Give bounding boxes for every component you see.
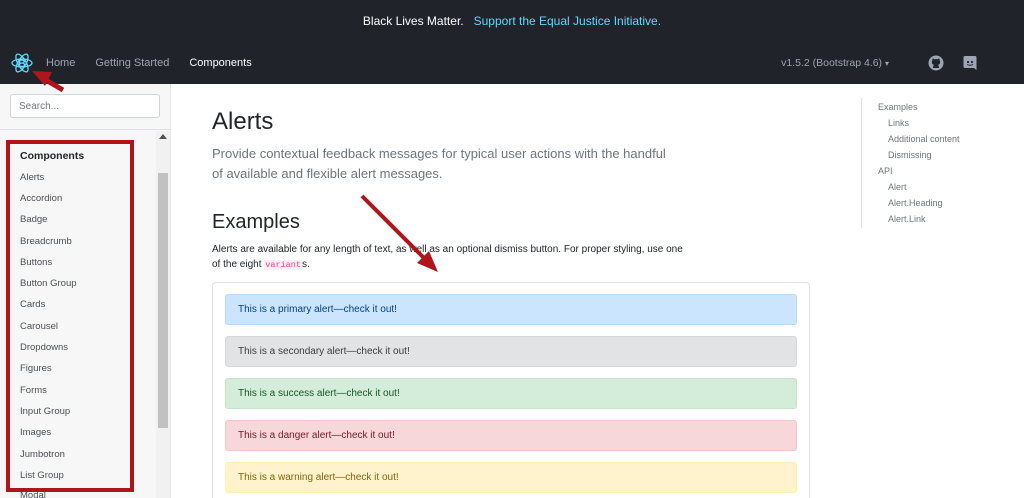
version-label: v1.5.2 (Bootstrap 4.6) — [781, 57, 883, 69]
sidebar-item-carousel[interactable]: Carousel — [20, 321, 58, 332]
sidebar-item-forms[interactable]: Forms — [20, 385, 47, 396]
sidebar-item-list-group[interactable]: List Group — [20, 470, 64, 481]
react-bootstrap-logo-icon[interactable]: B — [10, 51, 34, 75]
sidebar-item-jumbotron[interactable]: Jumbotron — [20, 449, 65, 460]
eji-link[interactable]: Support the Equal Justice Initiative. — [474, 14, 661, 28]
sidebar-item-cards[interactable]: Cards — [20, 299, 45, 310]
toc-links[interactable]: Links — [888, 118, 909, 128]
sidebar-item-badge[interactable]: Badge — [20, 214, 47, 225]
sidebar-item-input-group[interactable]: Input Group — [20, 406, 70, 417]
announcement-banner: Black Lives Matter. Support the Equal Ju… — [0, 0, 1024, 42]
toc-alert-heading[interactable]: Alert.Heading — [888, 198, 943, 208]
github-icon[interactable] — [927, 54, 945, 72]
example-box: This is a primary alert—check it out! Th… — [212, 282, 810, 498]
section-title-examples: Examples — [212, 211, 300, 233]
sidebar-section-title: Components — [20, 150, 85, 162]
toc-api[interactable]: API — [878, 166, 893, 176]
version-dropdown[interactable]: v1.5.2 (Bootstrap 4.6) ▾ — [781, 57, 889, 69]
page-title: Alerts — [212, 108, 274, 135]
nav-home[interactable]: Home — [46, 57, 75, 69]
sidebar-item-alerts[interactable]: Alerts — [20, 172, 44, 183]
sidebar-item-buttons[interactable]: Buttons — [20, 257, 52, 268]
nav-components[interactable]: Components — [189, 57, 251, 69]
caret-down-icon: ▾ — [884, 59, 889, 68]
sidebar-item-button-group[interactable]: Button Group — [20, 278, 77, 289]
toc-examples[interactable]: Examples — [878, 102, 918, 112]
alert-danger: This is a danger alert—check it out! — [225, 420, 797, 451]
alert-success: This is a success alert—check it out! — [225, 378, 797, 409]
toc-alert[interactable]: Alert — [888, 182, 907, 192]
sidebar-item-modal[interactable]: Modal — [20, 490, 46, 498]
page-lead: Provide contextual feedback messages for… — [212, 146, 666, 181]
sidebar-item-dropdowns[interactable]: Dropdowns — [20, 342, 68, 353]
sidebar-item-figures[interactable]: Figures — [20, 363, 52, 374]
examples-description: Alerts are available for any length of t… — [212, 242, 692, 273]
sidebar-divider — [0, 129, 171, 130]
sidebar-item-images[interactable]: Images — [20, 427, 51, 438]
main-content: Alerts Provide contextual feedback messa… — [171, 84, 861, 498]
discord-icon[interactable] — [961, 54, 979, 72]
toc-additional-content[interactable]: Additional content — [888, 134, 960, 144]
toc-alert-link[interactable]: Alert.Link — [888, 214, 926, 224]
svg-text:B: B — [18, 58, 26, 70]
desc-suffix: s. — [301, 259, 310, 270]
search-input[interactable] — [10, 94, 160, 118]
top-navbar: B Home Getting Started Components v1.5.2… — [0, 42, 1024, 84]
alert-primary: This is a primary alert—check it out! — [225, 294, 797, 325]
scrollbar-thumb[interactable] — [158, 173, 168, 428]
nav-getting-started[interactable]: Getting Started — [95, 57, 169, 69]
banner-text: Black Lives Matter. — [362, 14, 464, 28]
toc-dismissing[interactable]: Dismissing — [888, 150, 932, 160]
variant-code: variant — [264, 260, 302, 270]
sidebar-item-breadcrumb[interactable]: Breadcrumb — [20, 236, 72, 247]
alert-warning: This is a warning alert—check it out! — [225, 462, 797, 493]
scroll-up-arrow-icon[interactable] — [156, 131, 170, 141]
alert-secondary: This is a secondary alert—check it out! — [225, 336, 797, 367]
table-of-contents: Examples Links Additional content Dismis… — [861, 98, 981, 228]
sidebar-item-accordion[interactable]: Accordion — [20, 193, 62, 204]
